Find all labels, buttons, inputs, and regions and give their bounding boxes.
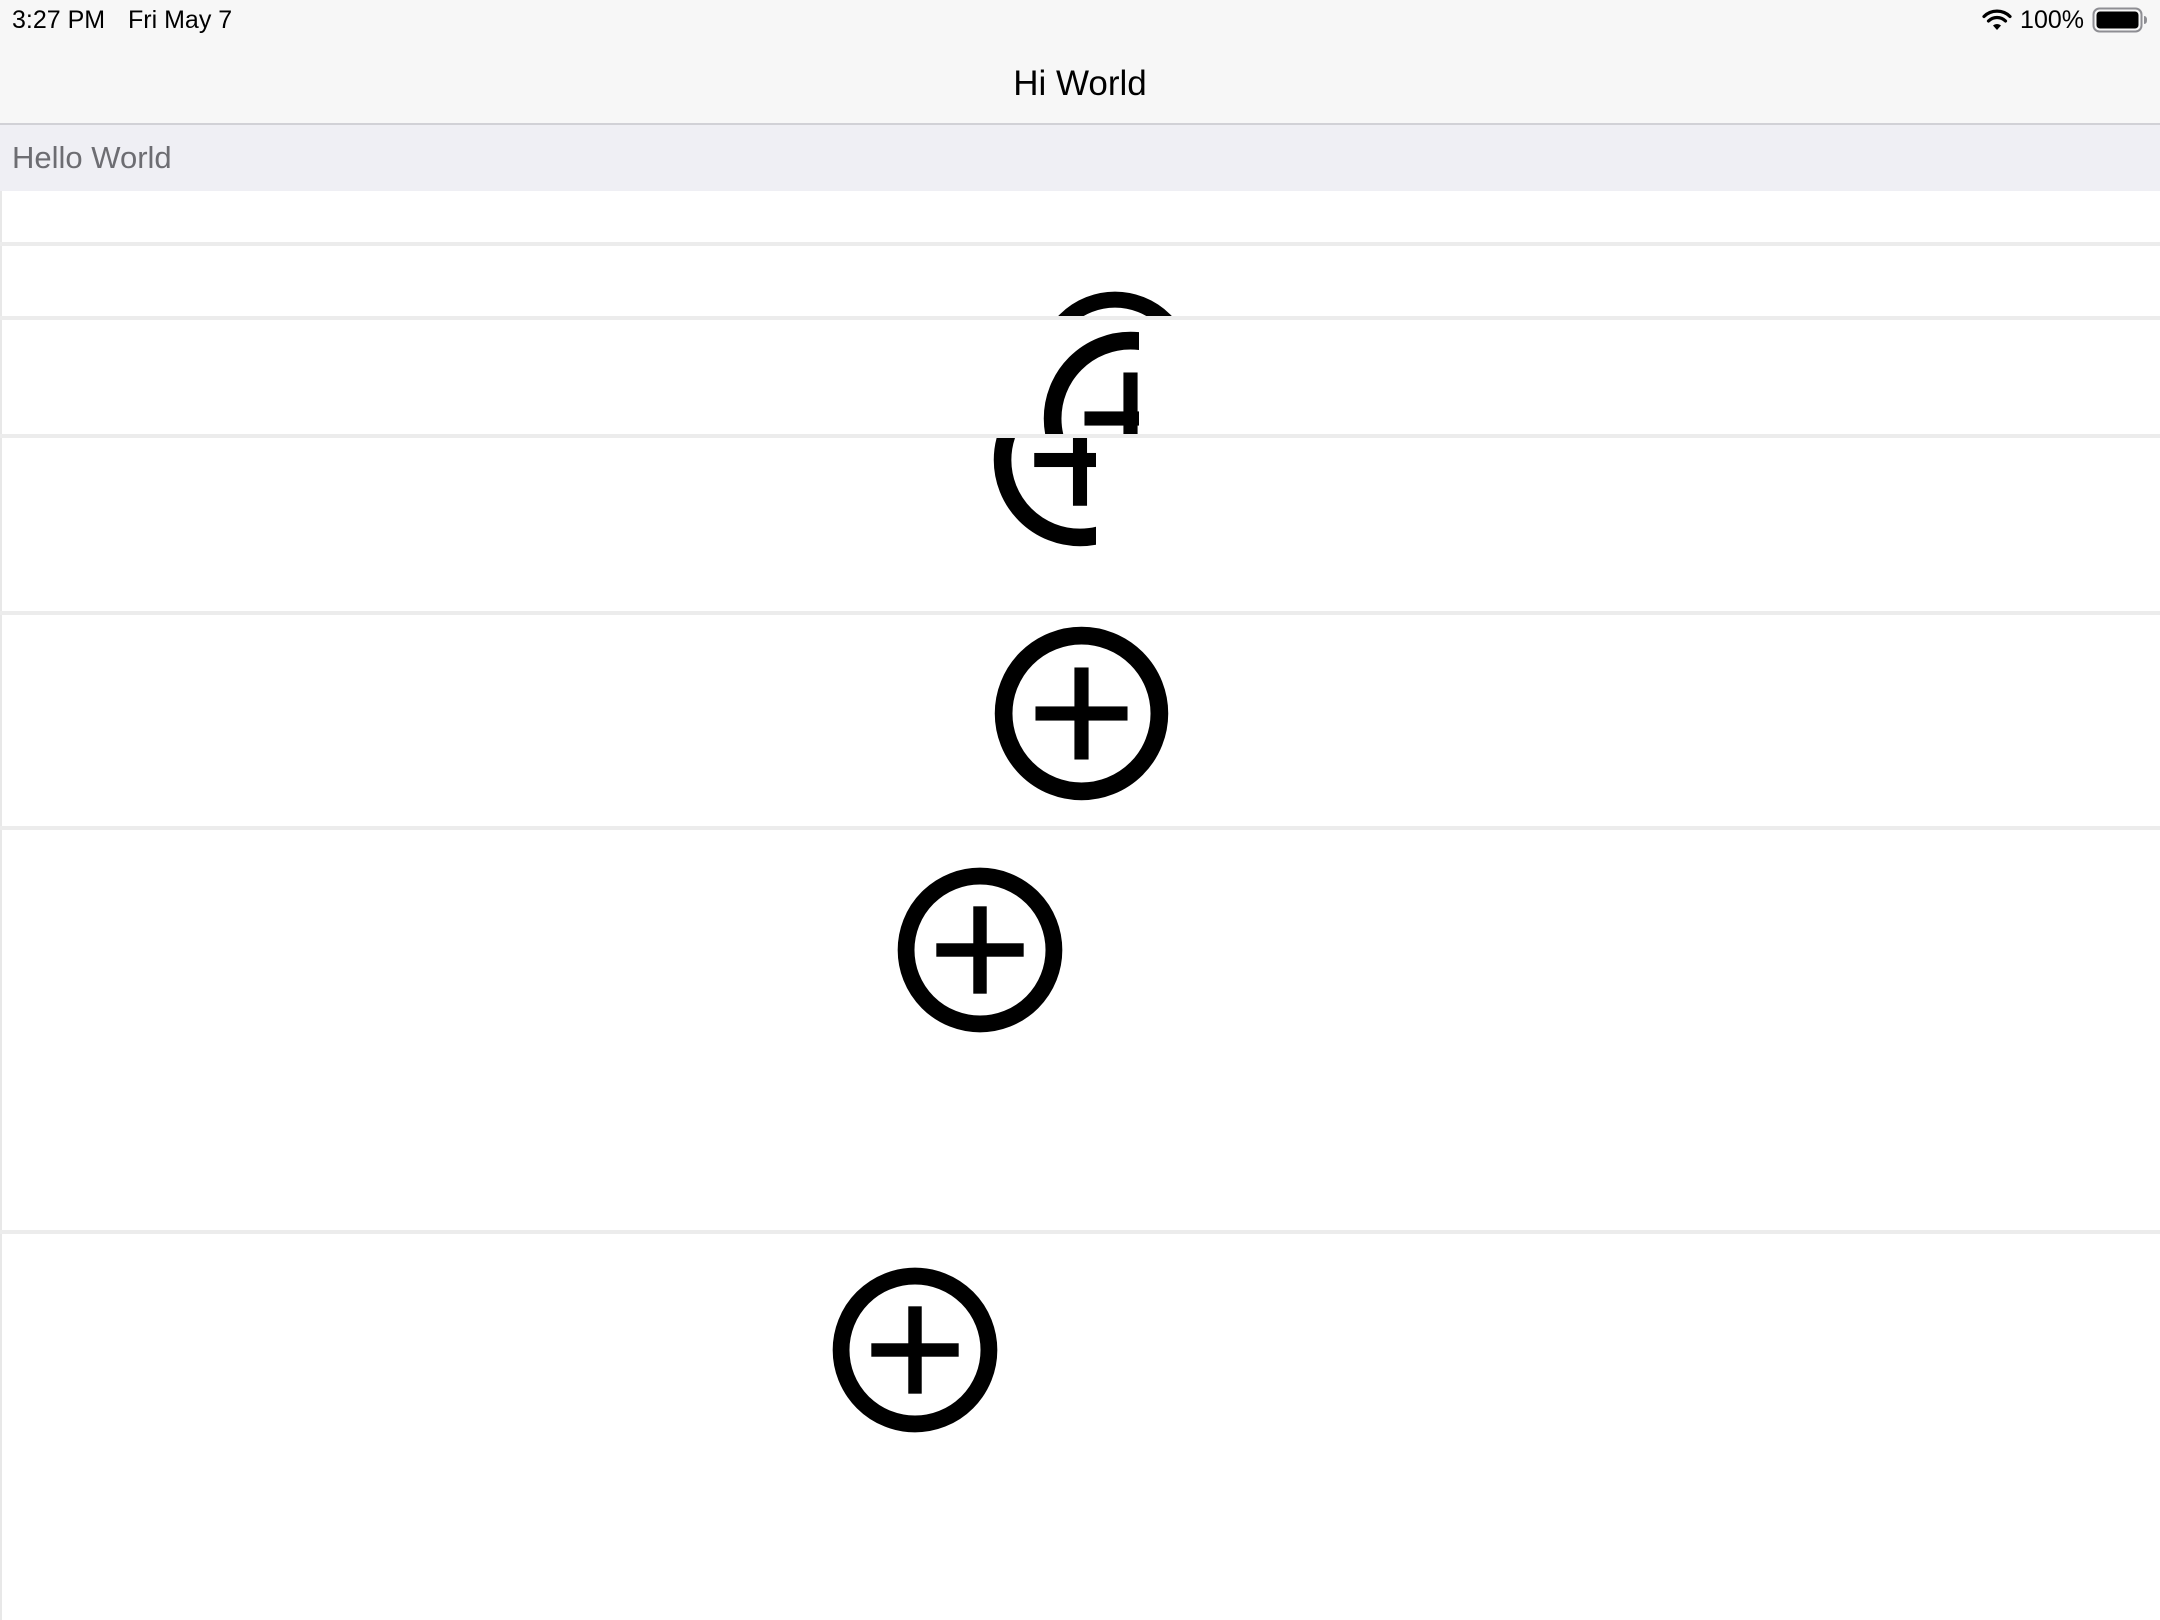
section-header-label: Hello World (12, 140, 172, 175)
navigation-bar: Hi World (0, 40, 2160, 125)
status-right-group: 100% (1982, 4, 2148, 36)
status-bar: 3:27 PM Fri May 7 100% (0, 0, 2160, 40)
plus-circle-icon[interactable] (992, 438, 1096, 551)
battery-percent: 100% (2020, 6, 2084, 34)
battery-icon (2092, 7, 2148, 33)
status-date: Fri May 7 (128, 6, 233, 34)
status-time: 3:27 PM (12, 6, 106, 34)
list-item[interactable] (0, 1234, 2160, 1620)
nav-title: Hi World (1013, 64, 1147, 103)
plus-circle-icon[interactable] (1035, 290, 1195, 316)
list-item[interactable] (0, 246, 2160, 316)
section-header: Hello World (0, 125, 2160, 191)
plus-circle-icon[interactable] (831, 1266, 999, 1434)
wifi-icon (1982, 8, 2012, 32)
list-item[interactable] (0, 830, 2160, 1230)
plus-circle-icon[interactable] (993, 625, 1170, 802)
list-item[interactable] (0, 191, 2160, 242)
table-list (0, 191, 2160, 1620)
list-item[interactable] (0, 438, 2160, 611)
plus-circle-icon[interactable] (1042, 330, 1139, 434)
plus-circle-icon[interactable] (896, 866, 1064, 1034)
list-item[interactable] (0, 615, 2160, 826)
list-item[interactable] (0, 320, 2160, 434)
